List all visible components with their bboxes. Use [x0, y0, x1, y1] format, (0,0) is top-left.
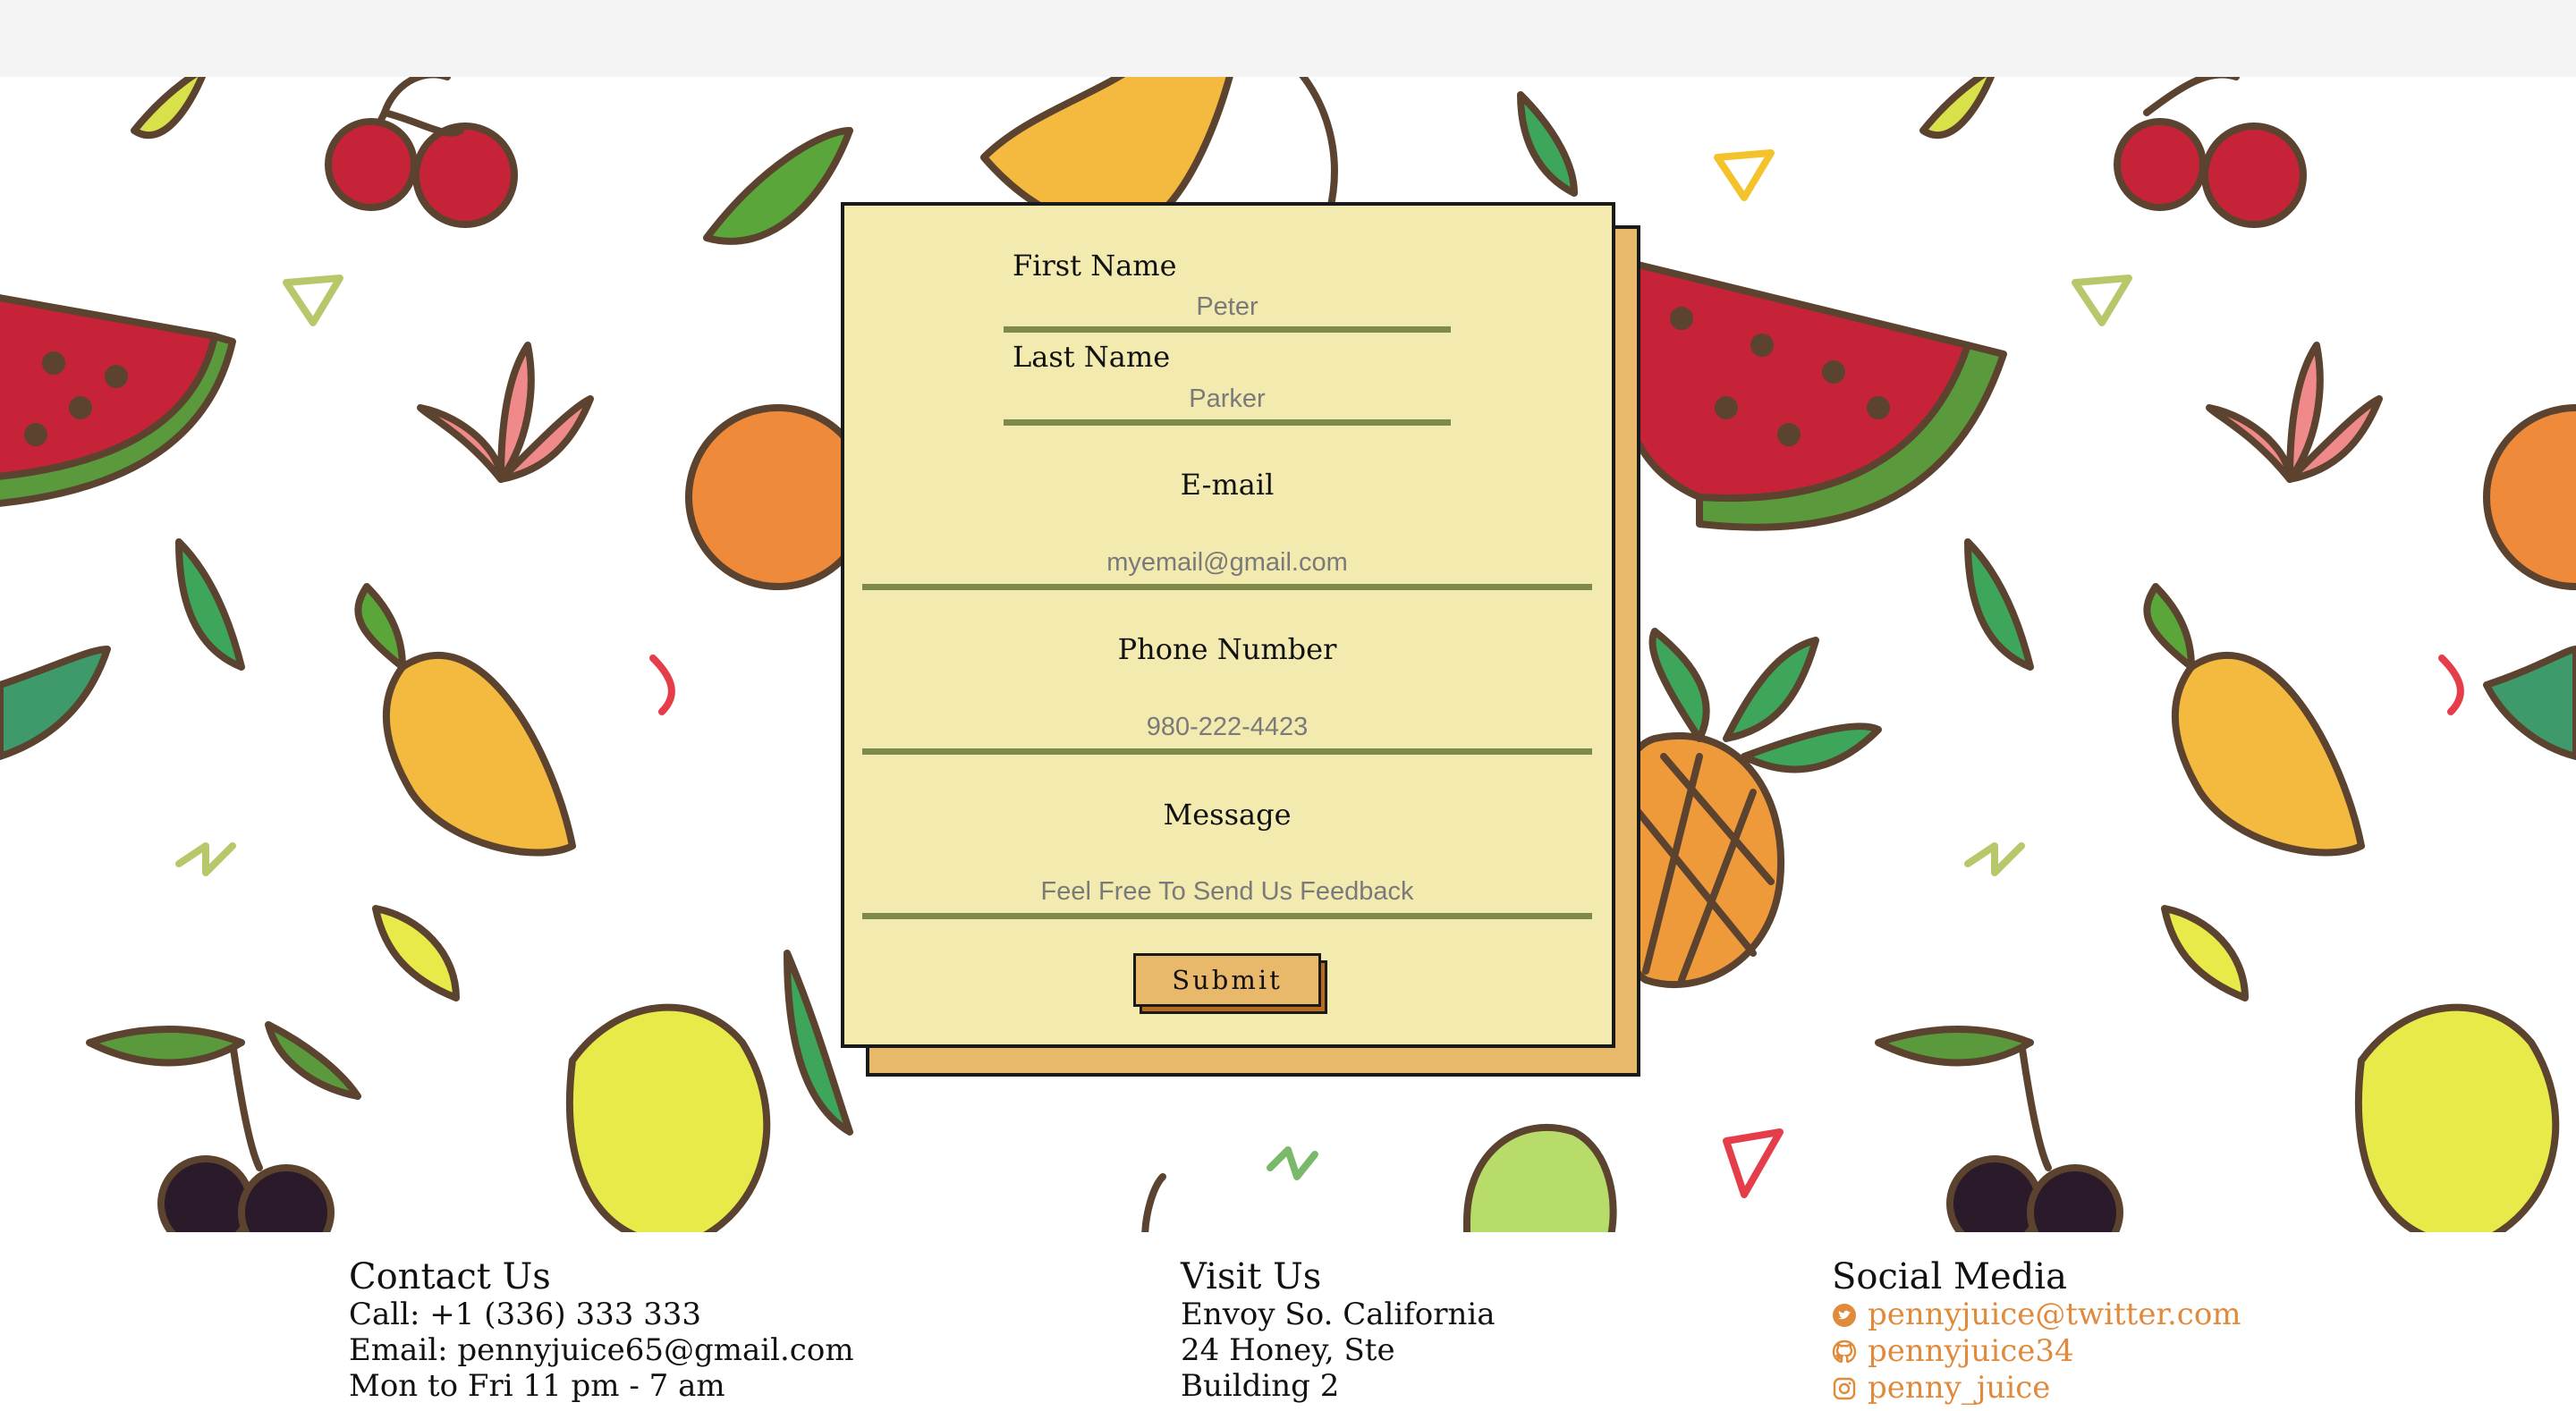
twitter-link[interactable]: pennyjuice@twitter.com: [1832, 1297, 2241, 1333]
twitter-icon: [1833, 1303, 1856, 1327]
instagram-icon: [1833, 1377, 1856, 1399]
submit-button[interactable]: Submit: [1133, 953, 1321, 1007]
github-icon: [1832, 1339, 1857, 1363]
footer: Contact Us Call: +1 (336) 333 333 Email:…: [0, 1232, 2576, 1411]
top-bar: [0, 0, 2576, 77]
github-handle: pennyjuice34: [1868, 1333, 2074, 1369]
contact-us-section: Contact Us Call: +1 (336) 333 333 Email:…: [349, 1257, 854, 1404]
address-line-3: Building 2: [1181, 1368, 1340, 1404]
email-input[interactable]: [862, 542, 1592, 590]
address-line-1: Envoy So. California: [1181, 1297, 1496, 1332]
instagram-handle: penny_juice: [1868, 1370, 2051, 1406]
address-line-2: 24 Honey, Ste: [1181, 1332, 1395, 1368]
github-link[interactable]: pennyjuice34: [1832, 1333, 2241, 1370]
first-name-label: First Name: [1013, 249, 1177, 283]
message-input[interactable]: [862, 871, 1592, 919]
social-media-title: Social Media: [1832, 1256, 2067, 1297]
last-name-input[interactable]: [1004, 379, 1451, 426]
visit-us-section: Visit Us Envoy So. California 24 Honey, …: [1181, 1257, 1496, 1404]
social-media-section: Social Media pennyjuice@twitter.com penn…: [1832, 1257, 2241, 1407]
phone-input[interactable]: [862, 706, 1592, 755]
phone-label: Phone Number: [1117, 632, 1337, 666]
contact-hours: Mon to Fri 11 pm - 7 am: [349, 1368, 725, 1404]
contact-phone: Call: +1 (336) 333 333: [349, 1297, 702, 1332]
last-name-label: Last Name: [1013, 340, 1171, 374]
email-label: E-mail: [1180, 468, 1275, 502]
message-label: Message: [1163, 798, 1292, 832]
visit-us-title: Visit Us: [1181, 1256, 1322, 1297]
twitter-handle: pennyjuice@twitter.com: [1868, 1297, 2241, 1332]
contact-us-title: Contact Us: [349, 1256, 551, 1297]
instagram-link[interactable]: penny_juice: [1832, 1370, 2241, 1407]
first-name-input[interactable]: [1004, 288, 1451, 333]
contact-email: Email: pennyjuice65@gmail.com: [349, 1332, 854, 1368]
